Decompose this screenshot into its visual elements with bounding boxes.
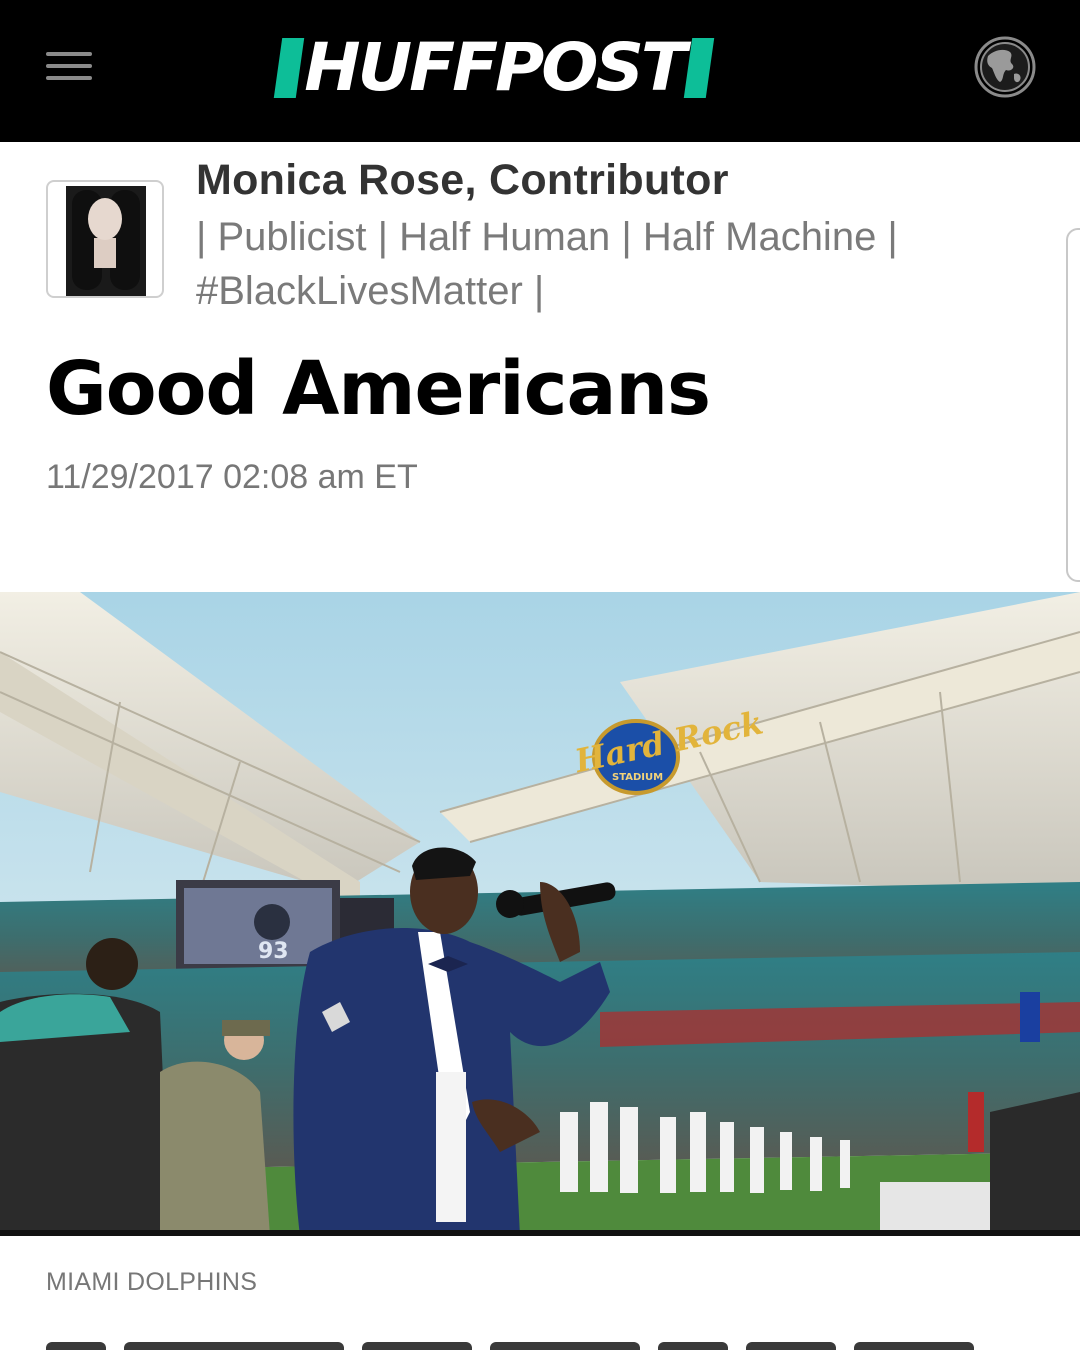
jersey-number: 93: [258, 939, 289, 964]
image-credit: MIAMI DOLPHINS: [46, 1268, 258, 1296]
stadium-sign-sub: STADIUM: [612, 772, 663, 783]
side-drawer-tab[interactable]: [1066, 228, 1080, 582]
article-body-preview: [46, 1332, 1046, 1350]
article-timestamp: 11/29/2017 02:08 am ET: [46, 458, 418, 496]
stadium-photo: 93 Hard Rock STADIUM: [0, 592, 1080, 1236]
author-photo: [66, 186, 146, 296]
logo-text: HUFFPOST: [304, 29, 687, 106]
hamburger-menu-icon[interactable]: [46, 52, 92, 84]
author-name[interactable]: Monica Rose, Contributor: [196, 156, 729, 205]
author-block: Monica Rose, Contributor | Publicist | H…: [0, 142, 1080, 313]
globe-icon[interactable]: [974, 36, 1036, 98]
article-hero-image[interactable]: 93 Hard Rock STADIUM: [0, 592, 1080, 1236]
author-bio: | Publicist | Half Human | Half Machine …: [196, 215, 898, 313]
top-nav-bar: HUFFPOST: [0, 0, 1080, 142]
author-avatar[interactable]: [46, 180, 164, 298]
huffpost-logo[interactable]: HUFFPOST: [273, 29, 715, 106]
article-title: Good Americans: [46, 346, 711, 432]
